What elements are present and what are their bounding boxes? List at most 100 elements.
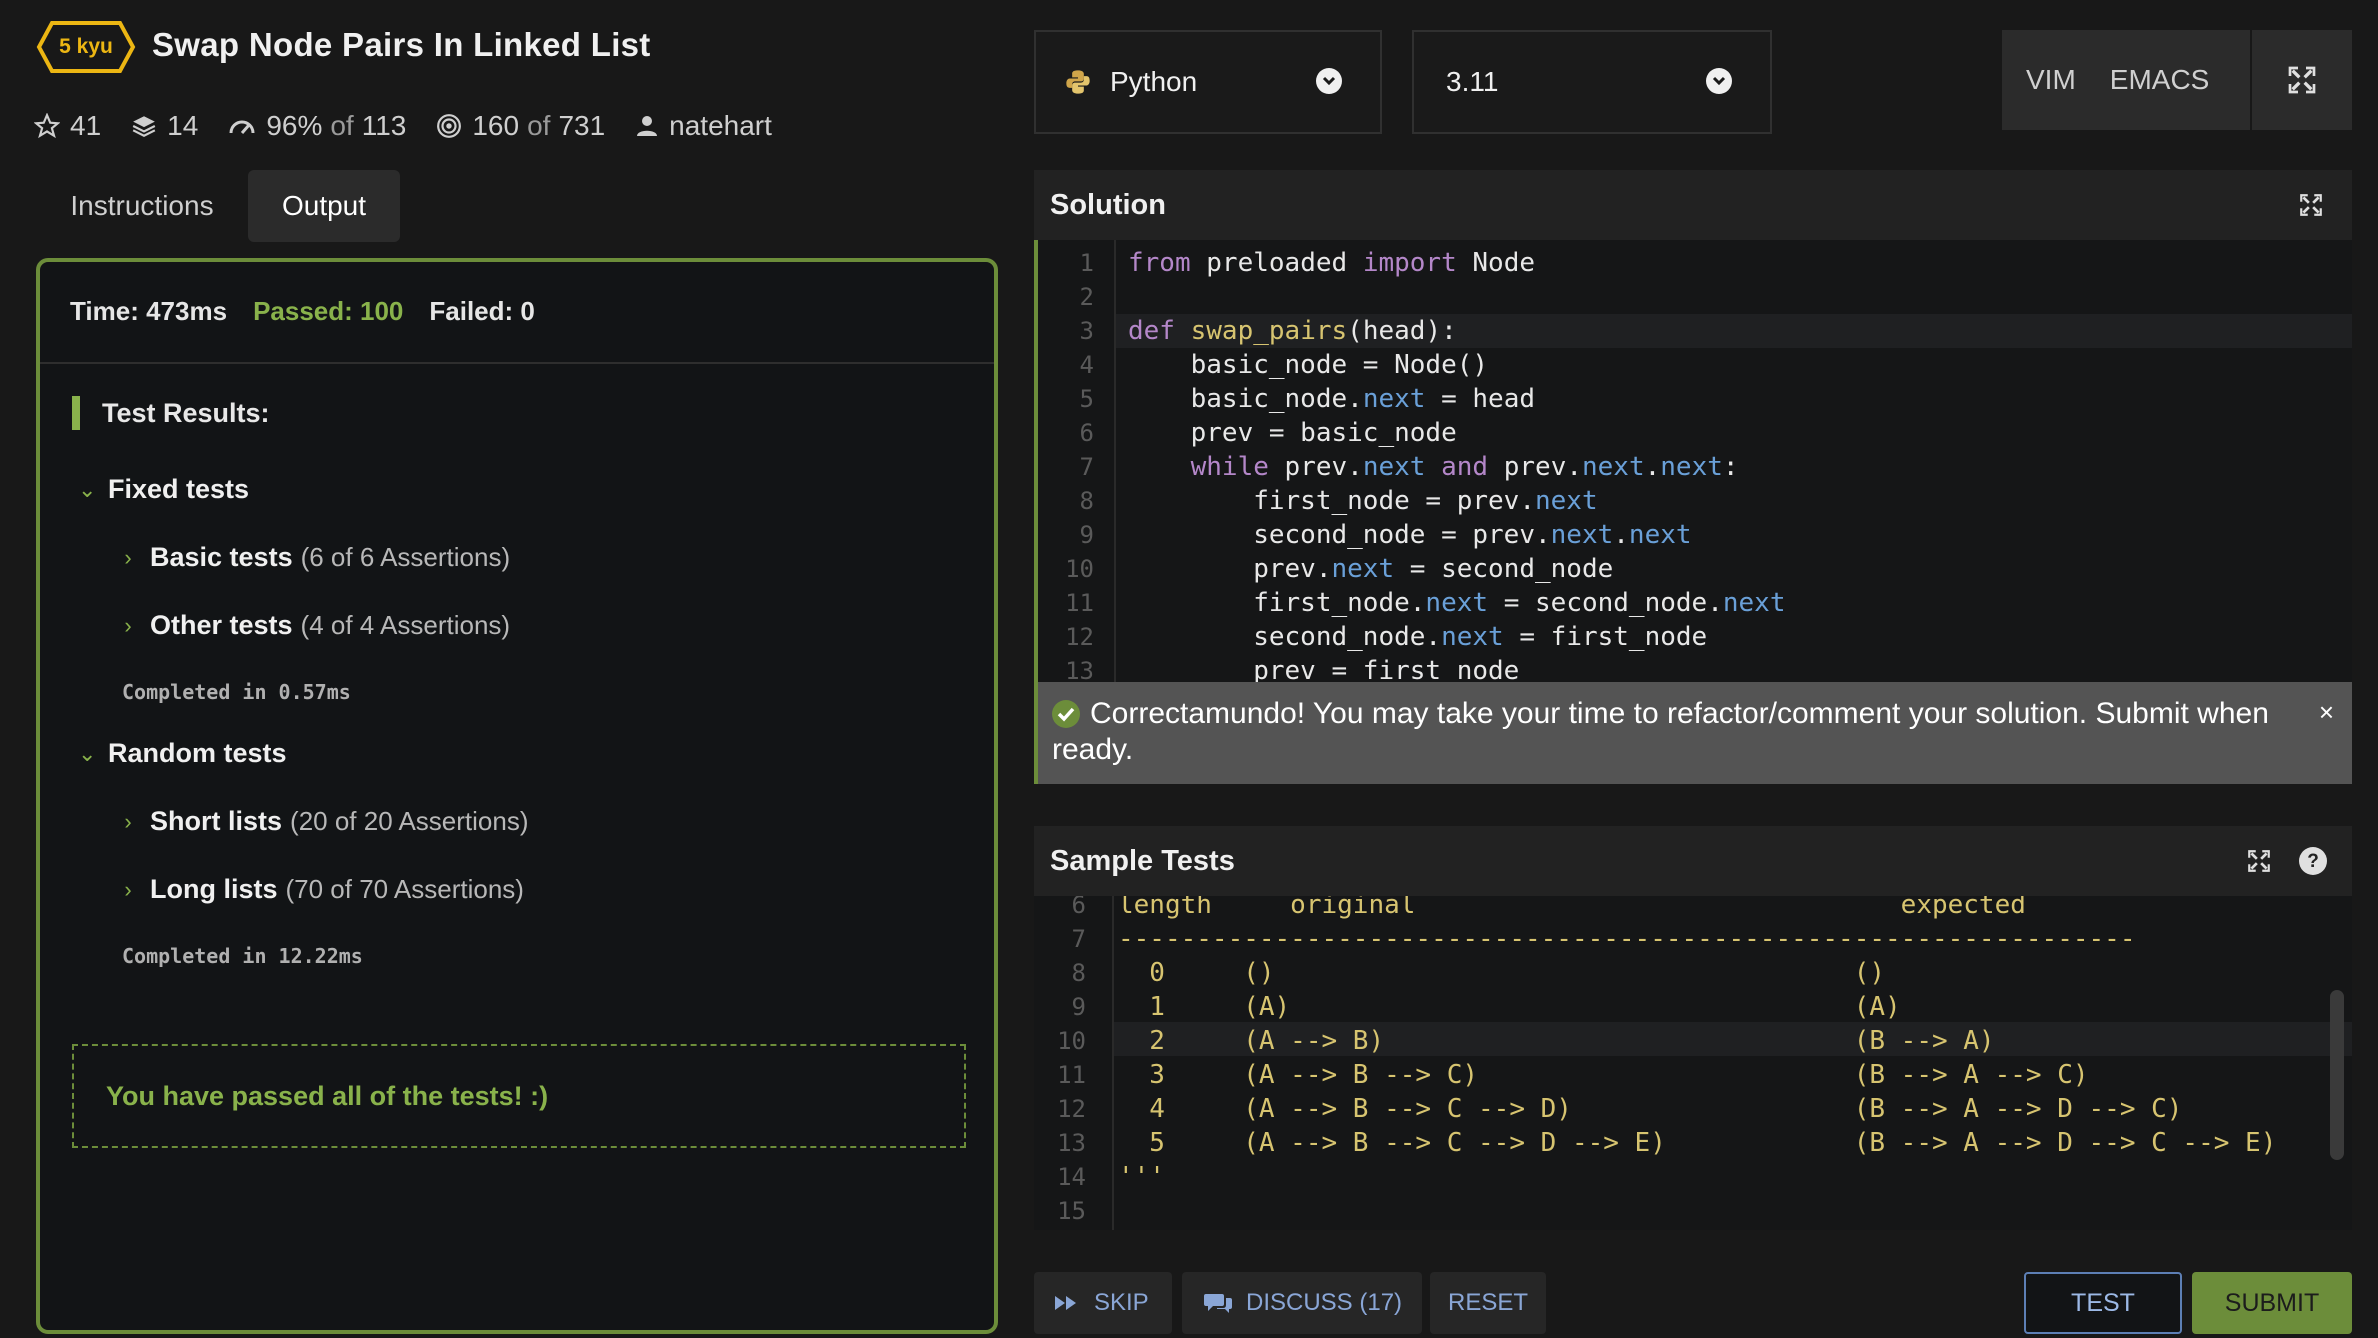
- sample-line: 7 ---------------------------------------…: [1071, 924, 2136, 954]
- satisfaction-of: of: [330, 110, 354, 141]
- group-label: Fixed tests: [108, 474, 250, 504]
- svg-text:?: ?: [2307, 851, 2319, 872]
- sample-line: 15: [1057, 1197, 1086, 1225]
- completed-total: 731: [558, 110, 606, 141]
- group-label: Random tests: [108, 738, 287, 768]
- time-label: Time: 473ms: [70, 296, 228, 326]
- tab-output[interactable]: Output: [248, 170, 400, 242]
- code-line: 5 basic_node.next = head: [1079, 384, 1536, 414]
- sample-line: 12 4 (A --> B --> C --> D) (B --> A --> …: [1057, 1094, 2183, 1124]
- code-line: 13 prev = first_node: [1065, 656, 1520, 684]
- version-select[interactable]: 3.11: [1412, 30, 1772, 134]
- gauge-icon: [229, 120, 255, 134]
- expand-icon[interactable]: [2246, 848, 2272, 874]
- discuss-button[interactable]: DISCUSS (17): [1182, 1272, 1422, 1334]
- test-item-other[interactable]: › Other tests (4 of 4 Assertions): [120, 610, 510, 641]
- kata-title: Swap Node Pairs In Linked List: [152, 26, 651, 63]
- rank-badge: 5 kyu: [36, 20, 136, 74]
- test-item-label: Short lists: [150, 806, 283, 836]
- check-circle-icon: [1052, 700, 1080, 728]
- chevron-down-icon: [1706, 68, 1732, 94]
- sample-line: 8 0 () (): [1071, 958, 1886, 988]
- help-icon[interactable]: ?: [2298, 846, 2328, 876]
- results-accent-bar: [72, 396, 80, 430]
- code-line: 7 while prev.next and prev.next.next:: [1079, 452, 1739, 482]
- success-toast: Correctamundo! You may take your time to…: [1034, 682, 2352, 784]
- test-item-assertions: (70 of 70 Assertions): [285, 874, 524, 904]
- failed-label: Failed: 0: [429, 296, 535, 326]
- discuss-label: DISCUSS (17): [1246, 1289, 1403, 1316]
- test-button[interactable]: TEST: [2024, 1272, 2182, 1334]
- test-item-label: Basic tests: [150, 542, 293, 572]
- scrollbar-thumb[interactable]: [2330, 990, 2344, 1160]
- chevron-right-icon: ›: [124, 876, 132, 902]
- vim-mode-button[interactable]: VIM: [2026, 64, 2076, 96]
- test-item-long[interactable]: › Long lists (70 of 70 Assertions): [120, 874, 524, 905]
- sample-line: 13 5 (A --> B --> C --> D --> E) (B --> …: [1057, 1128, 2277, 1158]
- code-line: 12 second_node.next = first_node: [1065, 622, 1708, 652]
- code-line: 2: [1079, 283, 1094, 311]
- test-item-assertions: (6 of 6 Assertions): [300, 542, 511, 572]
- layers-icon: [132, 116, 156, 137]
- completed-of: of: [527, 110, 551, 141]
- test-item-basic[interactable]: › Basic tests (6 of 6 Assertions): [120, 542, 510, 573]
- chevron-right-icon: ›: [124, 808, 132, 834]
- collections-stat[interactable]: 14: [131, 110, 198, 142]
- submit-button[interactable]: SUBMIT: [2192, 1272, 2352, 1334]
- group-fixed-tests[interactable]: ⌄ Fixed tests: [78, 474, 249, 505]
- results-title: Test Results:: [102, 398, 270, 428]
- sample-tests-header: Sample Tests ?: [1034, 826, 2352, 896]
- language-select[interactable]: Python: [1034, 30, 1382, 134]
- code-line: 6 prev = basic_node: [1079, 418, 1457, 448]
- satisfaction-stat: 96% of 113: [228, 110, 406, 142]
- target-icon: [437, 114, 462, 138]
- solution-header: Solution: [1034, 170, 2352, 240]
- code-line: 11 first_node.next = second_node.next: [1065, 588, 1786, 618]
- skip-label: SKIP: [1094, 1289, 1149, 1316]
- close-icon[interactable]: ×: [2319, 694, 2334, 730]
- reset-button[interactable]: RESET: [1430, 1272, 1546, 1334]
- sample-line: 6 length original expected: [1071, 896, 2026, 920]
- sample-line: 14 ''': [1057, 1162, 1165, 1192]
- sample-tests-editor[interactable]: 6 length original expected 7 -------------…: [1034, 896, 2352, 1230]
- sample-line: 11 3 (A --> B --> C) (B --> A --> C): [1057, 1060, 2089, 1090]
- user-icon: [637, 116, 658, 136]
- rank-label: 5 kyu: [59, 35, 113, 58]
- test-item-label: Other tests: [150, 610, 293, 640]
- fast-forward-icon: [1055, 1296, 1076, 1310]
- chat-icon: [1204, 1294, 1232, 1313]
- test-summary: Time: 473ms Passed: 100 Failed: 0: [70, 296, 561, 327]
- group-random-tests[interactable]: ⌄ Random tests: [78, 738, 287, 769]
- fullscreen-button[interactable]: [2252, 30, 2352, 130]
- chevron-down-icon: ⌄: [78, 740, 97, 766]
- sample-tests-title: Sample Tests: [1050, 844, 1235, 877]
- code-line: 4 basic_node = Node(): [1079, 350, 1489, 380]
- passed-message: You have passed all of the tests! :): [72, 1044, 966, 1148]
- author-stat[interactable]: natehart: [635, 110, 772, 142]
- completions-stat: 160 of 731: [436, 110, 605, 142]
- test-item-label: Long lists: [150, 874, 278, 904]
- emacs-mode-button[interactable]: EMACS: [2110, 64, 2210, 96]
- code-line: 8 first_node = prev.next: [1079, 486, 1598, 516]
- stars-stat[interactable]: 41: [34, 110, 101, 142]
- completed-time: Completed in 0.57ms: [122, 680, 351, 704]
- expand-icon[interactable]: [2298, 192, 2324, 218]
- sample-line: 9 1 (A) (A): [1071, 992, 1901, 1022]
- chevron-right-icon: ›: [124, 544, 132, 570]
- skip-button[interactable]: SKIP: [1034, 1272, 1172, 1334]
- test-item-short[interactable]: › Short lists (20 of 20 Assertions): [120, 806, 528, 837]
- author-name[interactable]: natehart: [669, 110, 772, 142]
- expand-icon: [2288, 66, 2316, 94]
- sample-line: 10 2 (A --> B) (B --> A): [1057, 1026, 1995, 1056]
- chevron-down-icon: ⌄: [78, 476, 97, 502]
- completed-count: 160: [472, 110, 520, 141]
- language-value: Python: [1110, 66, 1198, 97]
- version-value: 3.11: [1446, 66, 1499, 97]
- code-line: 9 second_node = prev.next.next: [1079, 520, 1692, 550]
- solution-editor[interactable]: 1 from preloaded import Node 2 3 def swap_…: [1034, 240, 2352, 684]
- collections-count: 14: [167, 110, 199, 141]
- chevron-right-icon: ›: [124, 612, 132, 638]
- solution-title: Solution: [1050, 188, 1166, 221]
- tab-instructions[interactable]: Instructions: [40, 170, 244, 242]
- passed-label: Passed: 100: [253, 296, 404, 326]
